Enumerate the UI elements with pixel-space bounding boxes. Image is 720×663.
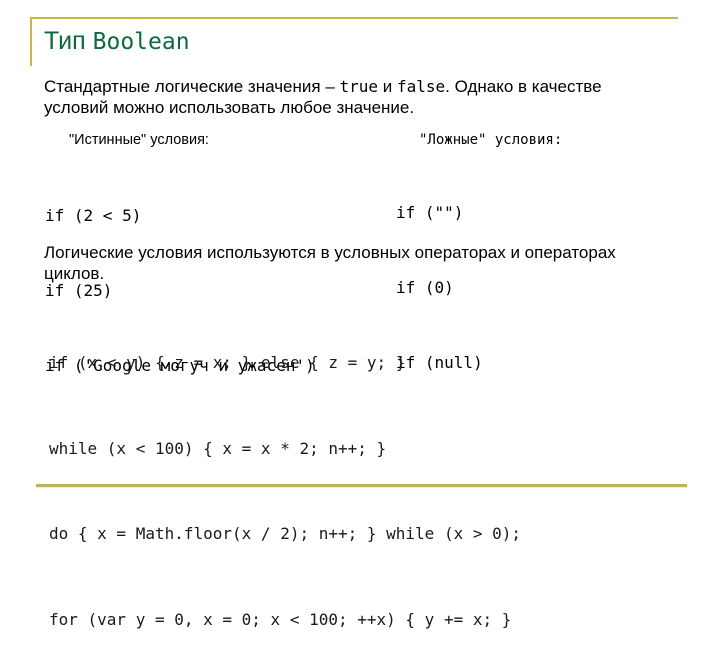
loops-paragraph: Логические условия используются в условн… (44, 242, 616, 284)
frame-left-rule (30, 17, 32, 66)
code-line-if: if (x < y) { z = x; } else { z = y; } (49, 353, 406, 372)
intro-line-2: условий можно использовать любое значени… (44, 98, 415, 117)
true-keyword: true (339, 77, 379, 96)
frame-bottom-rule (36, 484, 687, 488)
title-prefix: Тип (44, 27, 86, 55)
code-line-while: while (x < 100) { x = x * 2; n++; } (49, 438, 387, 458)
loops-line-1: Логические условия используются в условн… (44, 243, 616, 262)
loops-line-2: циклов. (44, 264, 105, 283)
intro-text-end: . Однако в качестве (445, 77, 602, 96)
frame-top-rule (30, 17, 678, 19)
intro-line-1: Стандартные логические значения – true и… (44, 76, 602, 97)
code-line-for: for (var y = 0, x = 0; x < 100; ++x) { y… (49, 609, 512, 629)
title-code: Boolean (92, 29, 190, 55)
intro-text: Стандартные логические значения – (44, 77, 340, 96)
truthy-item: if (2 < 5) (45, 206, 142, 225)
false-keyword: false (396, 77, 446, 96)
intro-and: и (378, 77, 397, 96)
falsy-item: if ("") (396, 203, 464, 222)
code-line-do-while: do { x = Math.floor(x / 2); n++; } while… (49, 524, 522, 543)
code-examples: if (x < y) { z = x; } else { z = y; } wh… (49, 292, 521, 663)
slide-title: Тип Boolean (44, 27, 190, 56)
truthy-heading: "Истинные" условия: (69, 132, 209, 148)
intro-paragraph: Стандартные логические значения – true и… (44, 76, 602, 118)
falsy-heading: "Ложные" условия: (419, 132, 563, 148)
